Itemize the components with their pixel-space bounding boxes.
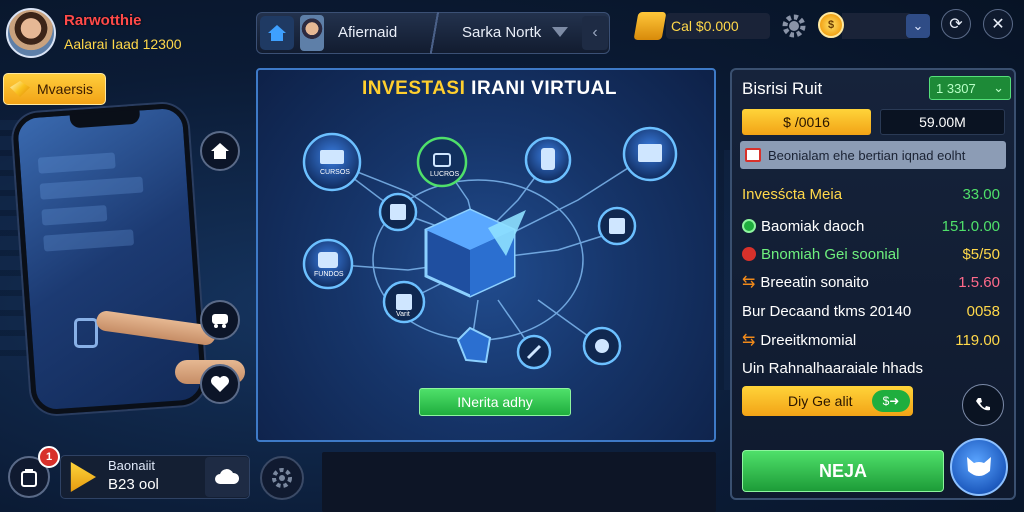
bottom-bar [322, 452, 716, 512]
chevron-down-icon: ⌄ [912, 18, 924, 33]
notice-bar[interactable]: Beonialam ehe bertian iqnad eolht [740, 141, 1006, 169]
row-value: $5/50 [962, 245, 1000, 263]
row-value: 119.00 [955, 331, 1000, 349]
home-icon [268, 25, 286, 41]
notification-badge: 1 [38, 446, 60, 468]
cloud-icon [215, 469, 240, 484]
center-cube-icon [424, 208, 526, 298]
chevron-left-icon: ‹ [592, 24, 598, 41]
list-item[interactable]: ⇆ Dreeitkmomial 119.00 [742, 329, 1000, 351]
title-rest: IRANI VIRTUAL [471, 78, 617, 99]
balance-label: Cal $0.000 [671, 18, 739, 34]
chevron-down-icon: ⌄ [993, 80, 1004, 95]
refresh-button[interactable]: ⟳ [941, 9, 971, 39]
call-button[interactable] [962, 384, 1004, 426]
gear-icon [272, 468, 292, 488]
gear-icon[interactable] [780, 12, 808, 40]
node-cursos-label: CURSOS [320, 169, 350, 176]
confirm-button[interactable]: NEJA [742, 450, 944, 492]
car-icon [212, 314, 228, 328]
row-value: 1.5.60 [958, 273, 1000, 291]
avatar[interactable] [6, 8, 56, 58]
nav-tab-1[interactable]: Afiernaid [338, 24, 397, 41]
status-badge-label: 1 3307 [936, 80, 976, 96]
home-button[interactable] [260, 16, 294, 50]
investment-panel: CURSOS LUCROS FUNDOS Varit [256, 68, 716, 442]
phone-icon [976, 398, 990, 411]
list-item[interactable]: Invesścta Meia 33.00 [742, 183, 1000, 205]
phone-app-icon [74, 318, 98, 348]
notice-text: Beonialam ehe bertian iqnad eolht [768, 147, 966, 163]
close-icon: ✕ [991, 16, 1005, 33]
list-item[interactable]: Baomiak daoch 151.0.00 [742, 215, 1000, 237]
side-heart-button[interactable] [200, 364, 240, 404]
title-highlight: INVESTASI [362, 78, 466, 99]
network-diagram: CURSOS LUCROS FUNDOS Varit [302, 126, 678, 370]
status-badge[interactable]: 1 3307 ⌄ [929, 76, 1011, 100]
back-button[interactable]: ‹ [582, 16, 608, 50]
list-item: Uin Rahnalhaaraiale hhads [742, 357, 1000, 379]
side-home-button[interactable] [200, 131, 240, 171]
dollar-arrow-icon: $➜ [872, 390, 910, 412]
page-title: INVESTASI IRANI VIRTUAL [362, 78, 617, 100]
bag-icon [21, 469, 37, 487]
gem-icon [10, 81, 30, 97]
profile-name: Rarwotthie [64, 12, 142, 29]
dropdown-button[interactable]: ⌄ [906, 14, 930, 38]
status-dot-icon [742, 219, 756, 233]
node-lucros[interactable] [416, 136, 468, 188]
node-lucros-label: LUCROS [430, 171, 460, 178]
row-label: Baomiak daoch [761, 217, 865, 235]
arrows-icon: ⇆ [742, 332, 756, 349]
media-value: B23 ool [108, 476, 159, 493]
nav-tab-2[interactable]: Sarka Nortk [462, 24, 541, 41]
nav-divider [430, 12, 440, 54]
coin-icon[interactable]: $ [818, 12, 844, 38]
close-button[interactable]: ✕ [983, 9, 1013, 39]
primary-value-box: $ /0016 [742, 109, 871, 135]
list-item[interactable]: Bnomiah Gei soonial $5/50 [742, 243, 1000, 265]
bottom-cube-icon [456, 326, 492, 364]
list-item[interactable]: ⇆ Breeatin sonaito 1.5.60 [742, 271, 1000, 293]
arrows-icon: ⇆ [742, 274, 756, 291]
nav-avatar[interactable] [300, 15, 324, 51]
cloud-button[interactable] [205, 457, 249, 497]
message-icon [745, 148, 761, 162]
view-button[interactable]: Mvaersis [3, 73, 106, 105]
invest-cta-button[interactable]: INerita adhy [419, 388, 571, 416]
view-button-label: Mvaersis [37, 81, 94, 97]
row-label: Invesścta Meia [742, 185, 843, 203]
side-car-button[interactable] [200, 300, 240, 340]
list-item[interactable]: Bur Decaand tkms 20140 0058 [742, 300, 1000, 322]
home-icon [211, 143, 229, 159]
balance-display: Cal $0.000 [666, 13, 770, 39]
row-label: Bnomiah Gei soonial [761, 245, 900, 263]
node-fundos-label: FUNDOS [314, 271, 344, 278]
row-value: 0058 [966, 302, 1000, 320]
mascot-button[interactable] [950, 438, 1008, 496]
row-label: Uin Rahnalhaaraiale hhads [742, 359, 923, 377]
coin-bar [842, 13, 912, 39]
row-label: Bur Decaand tkms 20140 [742, 302, 912, 320]
media-title: Baonaiit [108, 458, 155, 473]
cat-icon [967, 457, 991, 476]
chair-icon[interactable] [633, 12, 667, 40]
refresh-icon: ⟳ [949, 16, 963, 33]
summary-title: Bisrisi Ruit [742, 79, 823, 98]
yellow-action-button[interactable]: Diy Ge alit $➜ [742, 386, 913, 416]
status-dot-icon [742, 247, 756, 261]
secondary-value-box: 59.00M [880, 109, 1005, 135]
row-value: 33.00 [962, 185, 1000, 203]
row-label: Dreeitkmomial [760, 331, 857, 349]
row-label: Breeatin sonaito [760, 273, 869, 291]
settings-button[interactable] [260, 456, 304, 500]
center-label: Varit [396, 311, 410, 318]
yellow-action-label: Diy Ge alit [788, 393, 853, 409]
row-value: 151.0.00 [941, 217, 1000, 235]
profile-subtitle: Aalarai Iaad 12300 [64, 36, 182, 52]
heart-icon [211, 376, 229, 392]
chevron-down-icon[interactable] [552, 27, 568, 37]
